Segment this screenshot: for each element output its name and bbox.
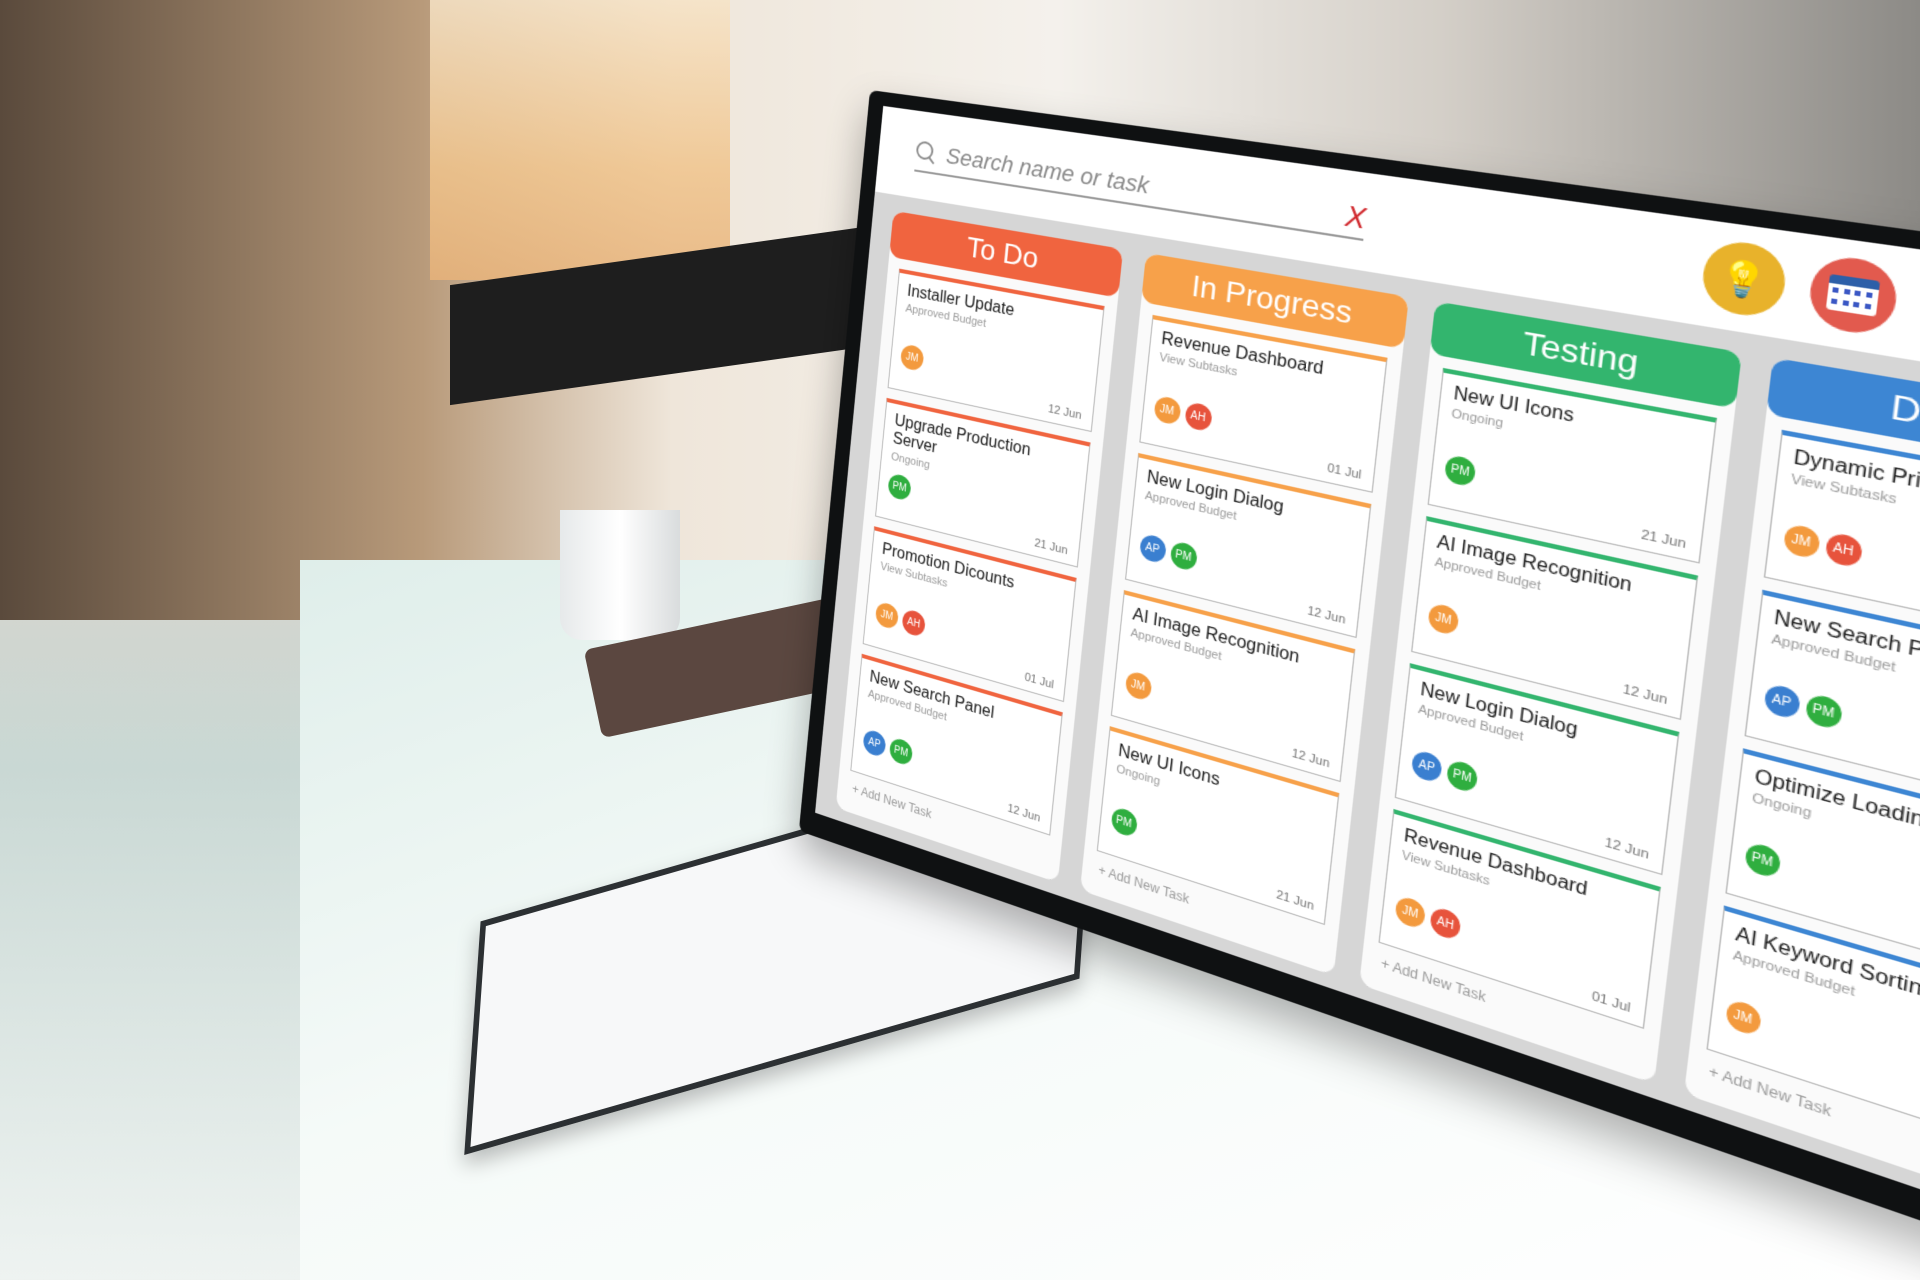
assignee-avatar[interactable]: PM	[1443, 453, 1477, 488]
assignee-avatar[interactable]: AH	[1183, 401, 1213, 433]
assignee-list: AP PM	[1410, 748, 1479, 795]
assignee-avatar[interactable]: PM	[888, 736, 914, 767]
assignee-avatar[interactable]: PM	[887, 472, 912, 502]
assignee-avatar[interactable]: JM	[1152, 394, 1182, 426]
task-due-date: 12 Jun	[1291, 746, 1331, 771]
assignee-avatar[interactable]: JM	[1394, 894, 1427, 931]
assignee-list: JM AH	[1394, 894, 1462, 942]
assignee-list: PM	[1110, 805, 1138, 839]
task-due-date: 01 Jul	[1023, 670, 1055, 692]
assignee-avatar[interactable]: JM	[1782, 522, 1821, 560]
lightbulb-icon[interactable]: 💡	[1699, 237, 1790, 321]
assignee-list: PM	[1443, 453, 1477, 488]
assignee-list: JM AH	[1152, 394, 1213, 433]
assignee-avatar[interactable]: JM	[899, 343, 925, 372]
assignee-avatar[interactable]: AH	[1823, 531, 1863, 569]
pen-cup	[560, 510, 680, 640]
assignee-avatar[interactable]: AP	[1138, 532, 1167, 565]
column-to-do: To Do Installer Update Approved Budget J…	[835, 210, 1123, 883]
assignee-list: JM	[1724, 997, 1762, 1038]
assignee-avatar[interactable]: AP	[862, 728, 887, 759]
assignee-list: JM AH	[874, 600, 927, 639]
task-due-date: 21 Jun	[1640, 527, 1687, 552]
assignee-list: AP PM	[1762, 682, 1843, 731]
task-due-date: 01 Jul	[1590, 989, 1632, 1016]
assignee-list: PM	[887, 472, 912, 502]
column-in-progress: In Progress Revenue Dashboard View Subta…	[1079, 252, 1409, 976]
assignee-avatar[interactable]: AP	[1762, 682, 1801, 721]
task-due-date: 21 Jun	[1033, 536, 1069, 558]
column-testing: Testing New UI Icons Ongoing PM 21 Jun A…	[1359, 301, 1742, 1084]
assignee-avatar[interactable]: AH	[1429, 905, 1462, 942]
assignee-avatar[interactable]: PM	[1445, 758, 1479, 795]
assignee-avatar[interactable]: PM	[1743, 840, 1781, 880]
assignee-list: PM	[1743, 840, 1781, 880]
task-due-date: 12 Jun	[1603, 835, 1650, 863]
assignee-list: AP PM	[1138, 532, 1198, 572]
assignee-avatar[interactable]: PM	[1110, 805, 1138, 839]
task-due-date: 12 Jun	[1006, 802, 1041, 825]
assignee-avatar[interactable]: PM	[1169, 540, 1198, 572]
assignee-avatar[interactable]: JM	[1724, 997, 1762, 1038]
task-due-date: 21 Jun	[1275, 888, 1315, 914]
assignee-avatar[interactable]: JM	[874, 600, 900, 631]
assignee-list: AP PM	[862, 728, 914, 767]
task-due-date: 12 Jun	[1622, 682, 1669, 708]
calendar-icon[interactable]	[1806, 252, 1901, 339]
task-due-date: 12 Jun	[1306, 604, 1347, 628]
assignee-list: JM AH	[1782, 522, 1863, 569]
assignee-list: JM	[899, 343, 925, 372]
assignee-list: JM	[1427, 601, 1460, 637]
clear-search-button[interactable]: X	[1344, 198, 1368, 236]
task-due-date: 12 Jun	[1047, 402, 1083, 423]
background-window	[430, 0, 730, 280]
task-due-date: 01 Jul	[1326, 461, 1363, 483]
assignee-list: JM	[1124, 669, 1152, 702]
assignee-avatar[interactable]: AP	[1410, 748, 1443, 784]
search-icon	[915, 140, 938, 165]
assignee-avatar[interactable]: JM	[1427, 601, 1460, 637]
assignee-avatar[interactable]: AH	[901, 608, 927, 639]
assignee-avatar[interactable]: JM	[1124, 669, 1152, 702]
assignee-avatar[interactable]: PM	[1804, 692, 1843, 731]
